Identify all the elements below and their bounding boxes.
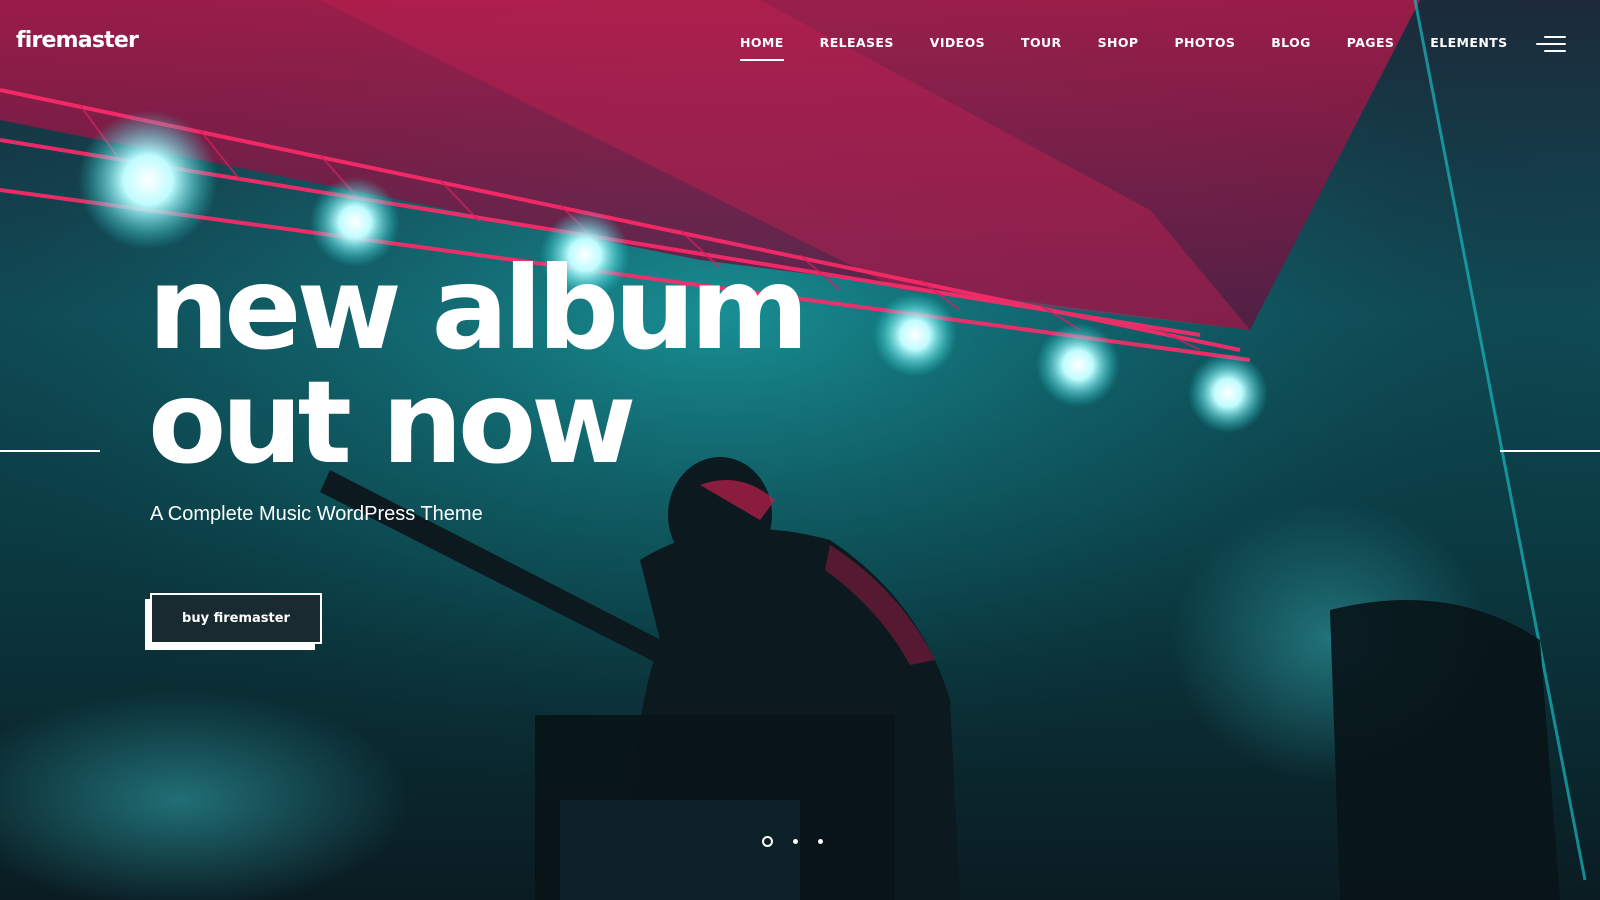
nav-item-shop[interactable]: SHOP: [1098, 35, 1139, 50]
page: firemaster HOME RELEASES VIDEOS TOUR SHO…: [0, 0, 1600, 900]
slider-dot-1[interactable]: [762, 836, 773, 847]
nav-item-pages[interactable]: PAGES: [1347, 35, 1395, 50]
nav-item-photos[interactable]: PHOTOS: [1174, 35, 1235, 50]
slider-pagination: [762, 836, 823, 847]
main-nav: HOME RELEASES VIDEOS TOUR SHOP PHOTOS BL…: [740, 35, 1508, 61]
nav-item-tour[interactable]: TOUR: [1021, 35, 1062, 50]
right-divider-line: [1500, 450, 1600, 452]
hero-subtitle: A Complete Music WordPress Theme: [150, 503, 483, 525]
hamburger-menu-icon[interactable]: [1536, 36, 1566, 54]
nav-item-videos[interactable]: VIDEOS: [930, 35, 985, 50]
buy-button[interactable]: buy firemaster: [150, 593, 322, 644]
hero-headline-line-1: new album: [148, 242, 809, 375]
nav-item-blog[interactable]: BLOG: [1271, 35, 1311, 50]
slider-dot-3[interactable]: [818, 839, 823, 844]
hero-headline: new album out now: [148, 242, 809, 489]
hero-headline-line-2: out now: [148, 356, 636, 489]
site-logo[interactable]: firemaster: [16, 28, 139, 53]
nav-item-releases[interactable]: RELEASES: [820, 35, 894, 50]
nav-item-home[interactable]: HOME: [740, 35, 784, 61]
left-divider-line: [0, 450, 100, 452]
nav-item-elements[interactable]: ELEMENTS: [1430, 35, 1507, 50]
slider-dot-2[interactable]: [793, 839, 798, 844]
